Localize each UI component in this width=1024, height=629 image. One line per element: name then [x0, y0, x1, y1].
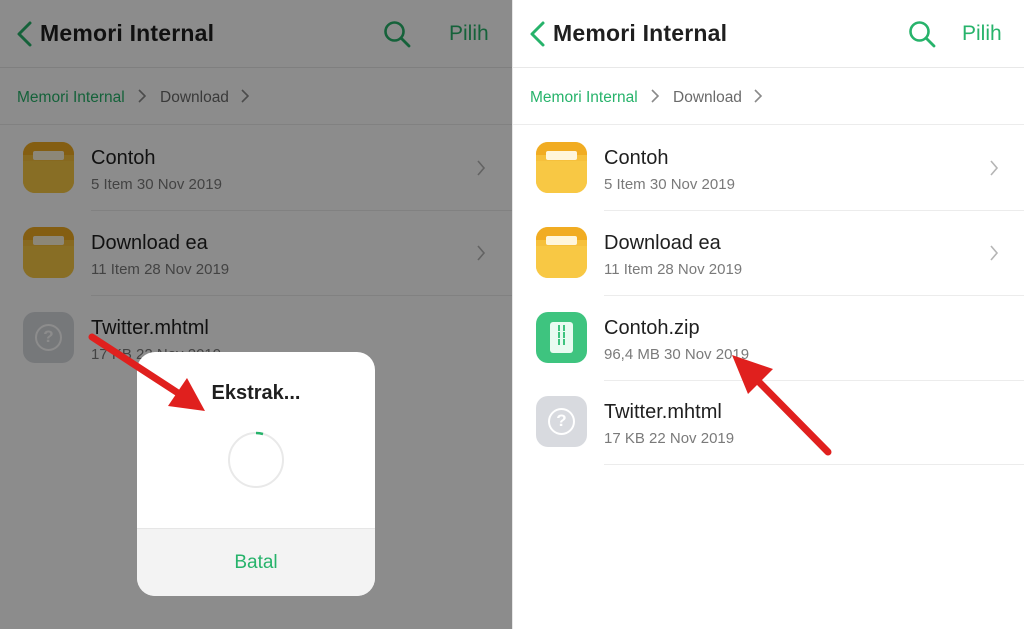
search-icon[interactable]	[908, 20, 936, 48]
item-name: Twitter.mhtml	[604, 401, 722, 423]
list-item[interactable]: ? Twitter.mhtml 17 KB 22 Nov 2019	[513, 380, 1024, 465]
divider	[604, 464, 1024, 465]
item-meta: 17 KB 22 Nov 2019	[604, 430, 735, 447]
chevron-right-icon	[990, 245, 999, 261]
dialog-footer: Batal	[137, 528, 375, 596]
cancel-button[interactable]: Batal	[137, 552, 375, 574]
right-screen: Memori Internal Pilih Memori Internal Do…	[512, 0, 1024, 629]
back-arrow-icon[interactable]	[527, 20, 549, 48]
item-meta: 11 Item 28 Nov 2019	[604, 261, 743, 278]
chevron-right-icon	[754, 89, 763, 103]
item-meta: 5 Item 30 Nov 2019	[604, 176, 735, 193]
unknown-file-icon: ?	[536, 396, 587, 447]
chevron-right-icon	[990, 160, 999, 176]
list-item[interactable]: Contoh 5 Item 30 Nov 2019	[513, 126, 1024, 211]
app-header: Memori Internal Pilih	[513, 0, 1024, 68]
breadcrumb: Memori Internal Download	[513, 68, 1024, 125]
item-meta: 96,4 MB 30 Nov 2019	[604, 346, 750, 363]
chevron-right-icon	[651, 89, 660, 103]
extract-dialog: Ekstrak... Batal	[137, 352, 375, 596]
breadcrumb-current[interactable]: Download	[673, 89, 742, 107]
left-screen: Memori Internal Pilih Memori Internal Do…	[0, 0, 512, 629]
list-item[interactable]: Contoh.zip 96,4 MB 30 Nov 2019	[513, 296, 1024, 381]
loading-spinner-icon	[228, 431, 284, 488]
dialog-title: Ekstrak...	[211, 382, 301, 404]
page-title: Memori Internal	[553, 20, 728, 46]
zip-file-icon	[536, 312, 587, 363]
item-name: Download ea	[604, 232, 721, 254]
item-name: Contoh	[604, 147, 669, 169]
item-name: Contoh.zip	[604, 317, 700, 339]
folder-icon	[536, 142, 587, 193]
breadcrumb-root[interactable]: Memori Internal	[530, 89, 638, 107]
select-button[interactable]: Pilih	[962, 22, 1002, 46]
list-item[interactable]: Download ea 11 Item 28 Nov 2019	[513, 211, 1024, 296]
folder-icon	[536, 227, 587, 278]
